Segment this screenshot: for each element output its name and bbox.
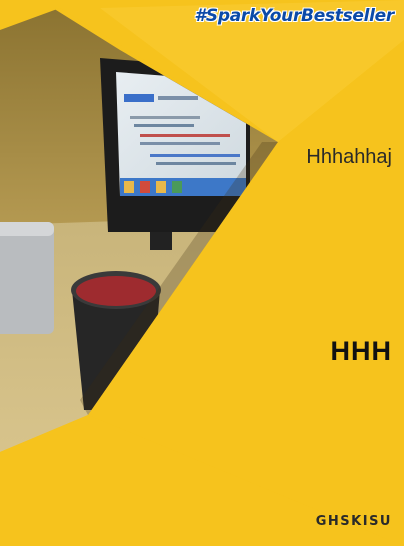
author-name: GHSKISU <box>315 514 392 529</box>
book-subtitle: Hhhahhaj <box>306 146 392 168</box>
hashtag-banner: #SparkYourBestseller <box>194 6 394 26</box>
book-cover: #SparkYourBestseller Hhhahhaj HHH GHSKIS… <box>0 0 404 546</box>
book-title: HHH <box>330 336 392 366</box>
cover-artwork <box>0 0 404 546</box>
